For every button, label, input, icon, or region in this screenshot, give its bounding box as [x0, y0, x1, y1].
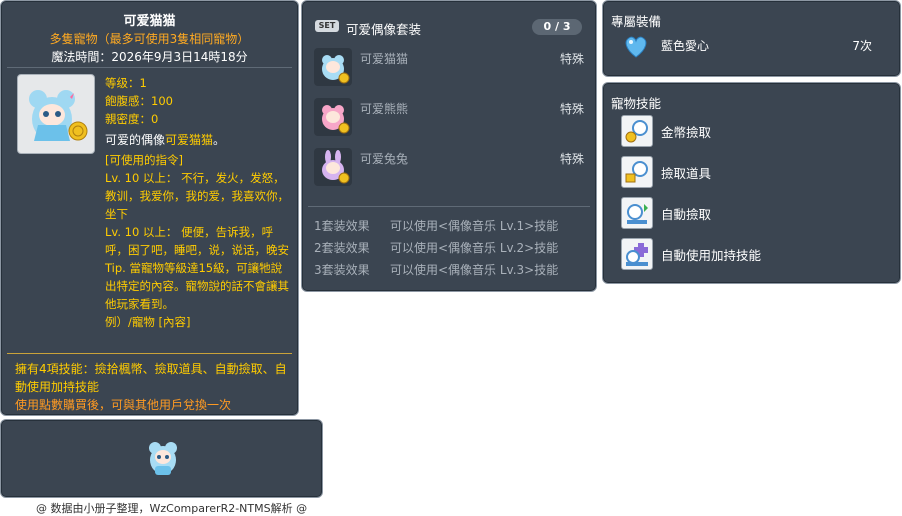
skill-label: 自動使用加持技能	[661, 248, 762, 263]
set-badge: SET	[315, 20, 339, 32]
set-panel: SET 可爱偶像套装 0 / 3 可爱猫猫 特殊 可爱熊熊 特殊 可爱兔兔 特殊…	[301, 0, 597, 292]
pet-closeness: 親密度：0	[105, 112, 159, 126]
auto-buff-icon	[621, 238, 653, 270]
footer-credit: @ 数据由小册子整理，WzComparerR2-NTMS解析 @	[36, 502, 308, 515]
pet-rabbit-icon	[314, 148, 352, 186]
pet-bear-icon	[314, 98, 352, 136]
set-item-name: 可爱熊熊	[360, 102, 409, 116]
pet-commands: [可使用的指令] Lv. 10 以上： 不行，发火，发怒，教训，我爱你，我的爱，…	[105, 151, 291, 331]
meso-pickup-icon	[621, 115, 653, 147]
divider	[308, 206, 590, 207]
pet-description: 可爱的偶像可爱猫猫。	[105, 131, 225, 148]
set-item-name: 可爱猫猫	[360, 52, 409, 66]
set-effect-text: 可以使用<偶像音乐 Lv.2>技能	[390, 241, 559, 255]
pet-tooltip-panel: 可爱猫猫 多隻寵物（最多可使用3隻相同寵物） 魔法時間：2026年9月3日14時…	[0, 0, 299, 416]
pet-cat-icon	[29, 90, 88, 141]
pet-stats: 等级：1 飽腹感：100 親密度：0	[105, 74, 173, 128]
pet-portrait	[17, 74, 95, 154]
commands-tip: Tip. 當寵物等級達15級，可讓牠說出特定的內容。寵物說的話不會讓其他玩家看到…	[105, 261, 289, 311]
set-effect: 3套装效果 可以使用<偶像音乐 Lv.3>技能	[314, 261, 558, 278]
skill-label: 撿取道具	[661, 166, 712, 181]
pet-subtitle: 多隻寵物（最多可使用3隻相同寵物）	[49, 32, 250, 46]
divider	[7, 353, 292, 354]
skills-panel-title: 寵物技能	[611, 96, 662, 111]
pet-level: 等级：1	[105, 76, 147, 90]
pet-name: 可爱猫猫	[123, 14, 176, 29]
equip-item-count: 7次	[852, 39, 872, 53]
item-pickup-icon	[621, 156, 653, 188]
set-effect-text: 可以使用<偶像音乐 Lv.3>技能	[390, 263, 559, 277]
set-item: 可爱熊熊 特殊	[314, 98, 586, 140]
set-item-type: 特殊	[559, 152, 584, 166]
exchange-note: 使用點數購買後，可與其他用戶兌換一次	[15, 398, 232, 412]
set-item-type: 特殊	[559, 102, 584, 116]
pet-cat-icon	[314, 48, 352, 86]
set-item-name: 可爱兔兔	[360, 152, 409, 166]
pet-skills-summary: 擁有4項技能：撿拾楓幣、撿取道具、自動撿取、自動使用加持技能	[15, 362, 287, 394]
set-effect: 1套装效果 可以使用<偶像音乐 Lv.1>技能	[314, 217, 558, 234]
equip-panel-title: 專屬裝備	[611, 14, 662, 29]
pet-expiry: 魔法時間：2026年9月3日14時18分	[51, 50, 248, 64]
skill-item: 金幣撿取	[621, 115, 891, 149]
pet-skills-panel: 寵物技能 金幣撿取 撿取道具 自動撿取 自動使用加持技能	[602, 82, 901, 284]
auto-pickup-icon	[621, 197, 653, 229]
commands-example: 例）/寵物 [內容]	[105, 315, 191, 329]
set-effect-label: 3套装效果	[314, 263, 370, 277]
skill-label: 金幣撿取	[661, 125, 712, 140]
desc-prefix: 可爱的偶像	[105, 133, 166, 147]
skill-item: 自動撿取	[621, 197, 891, 231]
set-item-type: 特殊	[559, 52, 584, 66]
set-title: 可爱偶像套装	[346, 22, 422, 37]
exclusive-equip-panel: 專屬裝備 藍色愛心 7次	[602, 0, 901, 77]
skill-item: 自動使用加持技能	[621, 238, 891, 272]
pet-sprite-panel	[0, 419, 323, 498]
set-effect-label: 2套装效果	[314, 241, 370, 255]
desc-suffix: 。	[213, 133, 226, 147]
equip-item-name: 藍色愛心	[661, 39, 710, 53]
set-item: 可爱兔兔 特殊	[314, 148, 586, 190]
commands-lv10-a: Lv. 10 以上： 不行，发火，发怒，教训，我爱你，我的爱，我喜欢你，坐下	[105, 171, 289, 221]
set-item: 可爱猫猫 特殊	[314, 48, 586, 90]
set-count: 0 / 3	[532, 19, 582, 35]
blue-heart-icon	[625, 36, 647, 58]
commands-lv10-b: Lv. 10 以上： 便便，告诉我，呼呼，困了吧，睡吧，说，说话，晚安	[105, 225, 289, 257]
set-effect: 2套装效果 可以使用<偶像音乐 Lv.2>技能	[314, 239, 558, 256]
commands-header: [可使用的指令]	[105, 153, 183, 167]
desc-highlight: 可爱猫猫	[165, 133, 214, 147]
pet-cat-icon	[149, 442, 177, 475]
skill-item: 撿取道具	[621, 156, 891, 190]
divider	[7, 67, 292, 68]
pet-fullness: 飽腹感：100	[105, 94, 173, 108]
set-effect-text: 可以使用<偶像音乐 Lv.1>技能	[390, 219, 559, 233]
skill-label: 自動撿取	[661, 207, 712, 222]
set-effect-label: 1套装效果	[314, 219, 370, 233]
